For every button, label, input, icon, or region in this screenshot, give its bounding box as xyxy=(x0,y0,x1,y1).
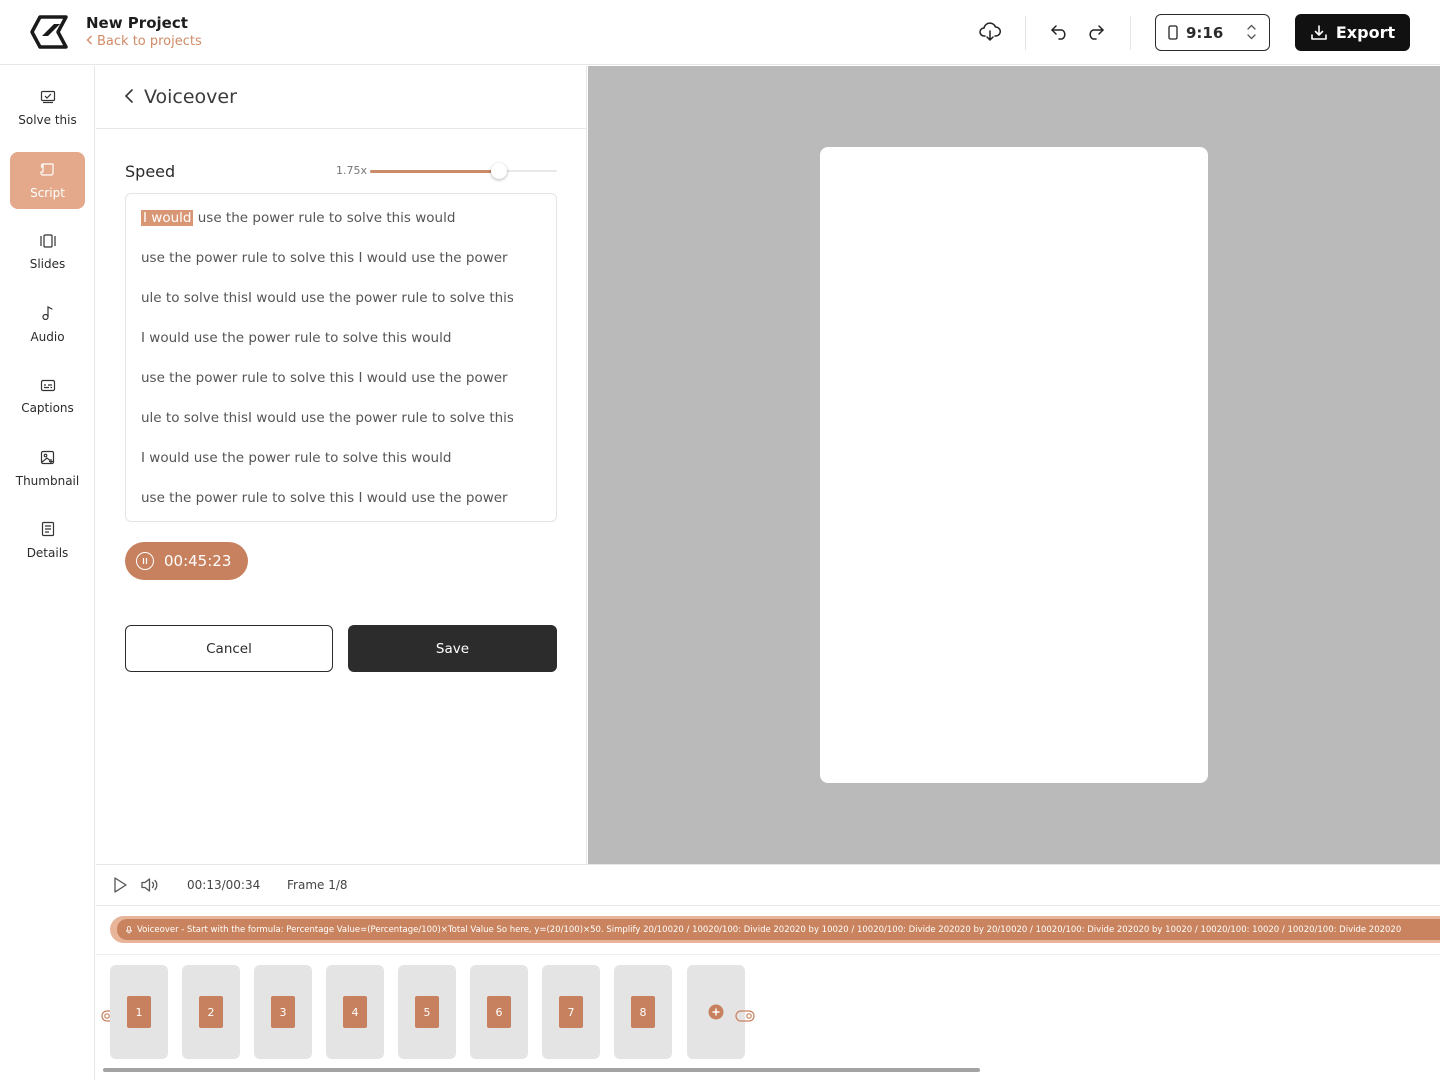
image-icon xyxy=(40,450,56,468)
sidebar-item-label: Slides xyxy=(29,257,66,271)
sidebar-item-label: Details xyxy=(26,546,69,560)
plus-circle-icon xyxy=(708,1004,724,1020)
phone-icon xyxy=(1168,25,1178,40)
recording-timer-button[interactable]: 00:45:23 xyxy=(125,542,248,580)
frame-indicator: Frame 1/8 xyxy=(287,878,348,892)
sidebar-item-label: Solve this xyxy=(18,113,77,127)
preview-canvas[interactable] xyxy=(820,147,1208,783)
pause-icon xyxy=(136,552,154,570)
slide-number: 8 xyxy=(631,996,655,1028)
slide-number: 7 xyxy=(559,996,583,1028)
aspect-ratio-value: 9:16 xyxy=(1186,23,1224,42)
panel-header: Voiceover xyxy=(96,66,587,129)
project-title: New Project xyxy=(86,14,188,32)
script-line: I would use the power rule to solve this… xyxy=(141,450,452,466)
speed-slider[interactable] xyxy=(370,163,557,179)
voiceover-clip-text: Voiceover - Start with the formula: Perc… xyxy=(137,924,1402,935)
voiceover-panel: Voiceover Speed 1.75x I would use the po… xyxy=(96,66,587,864)
script-line: ule to solve thisI would use the power r… xyxy=(141,290,513,306)
sidebar-item-captions[interactable]: Captions xyxy=(10,368,85,425)
script-line: use the power rule to solve this I would… xyxy=(141,250,513,266)
sidebar-item-audio[interactable]: Audio xyxy=(10,296,85,353)
slide-thumbnail[interactable]: 7 xyxy=(542,965,600,1059)
volume-icon[interactable] xyxy=(140,876,160,898)
slides-timeline: 1 2 3 4 5 6 7 8 xyxy=(96,955,1440,1080)
microphone-icon xyxy=(125,925,133,934)
sidebar-item-label: Script xyxy=(30,185,65,200)
slider-thumb[interactable] xyxy=(491,163,508,179)
voiceover-clip[interactable]: Voiceover - Start with the formula: Perc… xyxy=(117,919,1440,940)
highlighted-word: I would xyxy=(141,210,194,226)
playback-time: 00:13/00:34 xyxy=(187,878,261,892)
undo-icon[interactable] xyxy=(1048,20,1072,44)
sidebar-item-label: Captions xyxy=(21,400,74,415)
left-sidebar: Solve this Script Slides Audio Captions … xyxy=(0,66,95,1080)
slide-thumbnail[interactable]: 2 xyxy=(182,965,240,1059)
chevron-left-icon[interactable] xyxy=(124,88,134,108)
play-icon[interactable] xyxy=(112,876,128,898)
slide-number: 6 xyxy=(487,996,511,1028)
script-text-area[interactable]: I would use the power rule to solve this… xyxy=(125,193,557,522)
header-divider xyxy=(1025,16,1026,50)
transition-toggle-icon[interactable] xyxy=(735,1007,755,1026)
slide-thumbnail[interactable]: 6 xyxy=(470,965,528,1059)
download-icon xyxy=(1310,24,1328,42)
slides-icon xyxy=(39,234,57,251)
app-logo-icon[interactable] xyxy=(30,14,70,50)
playback-bar: 00:13/00:34 Frame 1/8 xyxy=(96,864,1440,906)
aspect-ratio-select[interactable]: 9:16 xyxy=(1155,14,1270,51)
captions-icon xyxy=(40,379,56,395)
script-line: use the power rule to solve this I would… xyxy=(141,490,513,506)
slide-number: 3 xyxy=(271,996,295,1028)
chevron-updown-icon xyxy=(1246,23,1257,45)
speed-value: 1.75x xyxy=(336,164,368,177)
preview-area xyxy=(588,66,1440,864)
chevron-left-icon xyxy=(86,34,93,49)
sidebar-item-slides[interactable]: Slides xyxy=(10,224,85,281)
cancel-button[interactable]: Cancel xyxy=(125,625,333,672)
redo-icon[interactable] xyxy=(1083,20,1107,44)
export-label: Export xyxy=(1335,23,1396,42)
script-line: I would use the power rule to solve this… xyxy=(141,330,452,346)
script-icon xyxy=(39,162,56,180)
slide-thumbnail[interactable]: 8 xyxy=(614,965,672,1059)
sidebar-item-label: Thumbnail xyxy=(15,473,80,488)
slide-thumbnail[interactable]: 4 xyxy=(326,965,384,1059)
script-line: I would use the power rule to solve this… xyxy=(141,210,513,226)
slide-thumbnail[interactable]: 5 xyxy=(398,965,456,1059)
sidebar-item-details[interactable]: Details xyxy=(10,512,85,569)
timer-value: 00:45:23 xyxy=(164,552,232,570)
script-line: ule to solve thisI would use the power r… xyxy=(141,410,513,426)
sidebar-item-script[interactable]: Script xyxy=(10,152,85,209)
slide-number: 2 xyxy=(199,996,223,1028)
slide-number: 5 xyxy=(415,996,439,1028)
export-button[interactable]: Export xyxy=(1295,14,1410,51)
slide-number: 4 xyxy=(343,996,367,1028)
slider-fill xyxy=(370,169,500,173)
slide-thumbnail[interactable]: 1 xyxy=(110,965,168,1059)
document-icon xyxy=(41,521,55,540)
back-to-projects-link[interactable]: Back to projects xyxy=(86,34,202,49)
cloud-download-icon[interactable] xyxy=(978,20,1002,44)
slide-thumbnail[interactable]: 3 xyxy=(254,965,312,1059)
speed-label: Speed xyxy=(125,162,176,181)
checkbox-icon xyxy=(40,90,56,107)
save-button[interactable]: Save xyxy=(348,625,557,672)
back-link-label: Back to projects xyxy=(97,34,202,49)
slide-number: 1 xyxy=(127,996,151,1028)
top-bar: New Project Back to projects 9:16 Export xyxy=(0,0,1440,65)
script-line: use the power rule to solve this I would… xyxy=(141,370,513,386)
sidebar-item-thumbnail[interactable]: Thumbnail xyxy=(10,440,85,497)
voiceover-track[interactable]: Voiceover - Start with the formula: Perc… xyxy=(110,916,1440,943)
panel-title: Voiceover xyxy=(144,86,237,108)
timeline-scrollbar[interactable] xyxy=(103,1068,980,1072)
music-note-icon xyxy=(41,305,55,324)
sidebar-item-label: Audio xyxy=(30,330,65,344)
sidebar-item-solve-this[interactable]: Solve this xyxy=(10,80,85,137)
header-divider xyxy=(1130,16,1131,50)
